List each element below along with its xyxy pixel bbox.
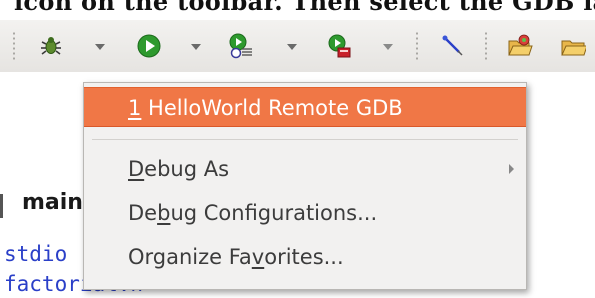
main-toolbar [0,20,595,73]
toolbar-separator [13,31,15,61]
menu-item-mnemonic: v [251,245,265,269]
pin-icon[interactable] [440,33,466,59]
debug-dropdown-menu: 1 HelloWorld Remote GDB Debug As Debug C… [83,82,527,290]
run-dropdown-arrow-icon[interactable] [190,42,202,52]
external-tools-icon[interactable] [326,33,352,59]
menu-item-label-prefix: De [128,201,158,225]
editor-tab-main[interactable]: main [0,190,90,222]
menu-item-organize-favorites[interactable]: Organize Favorites... [84,237,526,277]
run-config-dropdown-arrow-icon[interactable] [286,42,298,52]
debug-dropdown-arrow-icon[interactable] [94,42,106,52]
menu-item-label: ebug As [144,157,230,181]
menu-item-label: ug Configurations... [170,201,378,225]
menu-item-mnemonic: 1 [128,96,142,120]
document-heading-fragment: icon on the toolbar. Then select the GDB… [0,0,595,20]
menu-item-helloworld-remote-gdb[interactable]: 1 HelloWorld Remote GDB [84,87,526,127]
tab-divider [0,194,3,218]
menu-item-label: HelloWorld Remote GDB [141,96,403,120]
menu-item-debug-configurations[interactable]: Debug Configurations... [84,193,526,233]
code-line: stdio [4,242,68,266]
menu-separator [92,139,518,140]
editor-tab-label: main [22,190,83,215]
document-heading-text: icon on the toolbar. Then select the GDB… [14,0,595,16]
external-tools-dropdown-arrow-icon[interactable] [382,42,394,52]
toolbar-separator [485,31,487,61]
run-config-icon[interactable] [228,33,254,59]
open-folder-icon[interactable] [507,33,533,59]
folder-icon[interactable] [560,33,586,59]
menu-item-debug-as[interactable]: Debug As [84,149,526,189]
submenu-arrow-icon [509,164,514,174]
menu-item-label-prefix: Organize Fa [128,245,252,269]
run-icon[interactable] [136,33,162,59]
toolbar-separator [416,31,418,61]
menu-item-mnemonic: b [157,201,171,225]
menu-item-label: orites... [264,245,344,269]
debug-bug-icon[interactable] [38,33,64,59]
menu-item-mnemonic: D [128,157,145,181]
